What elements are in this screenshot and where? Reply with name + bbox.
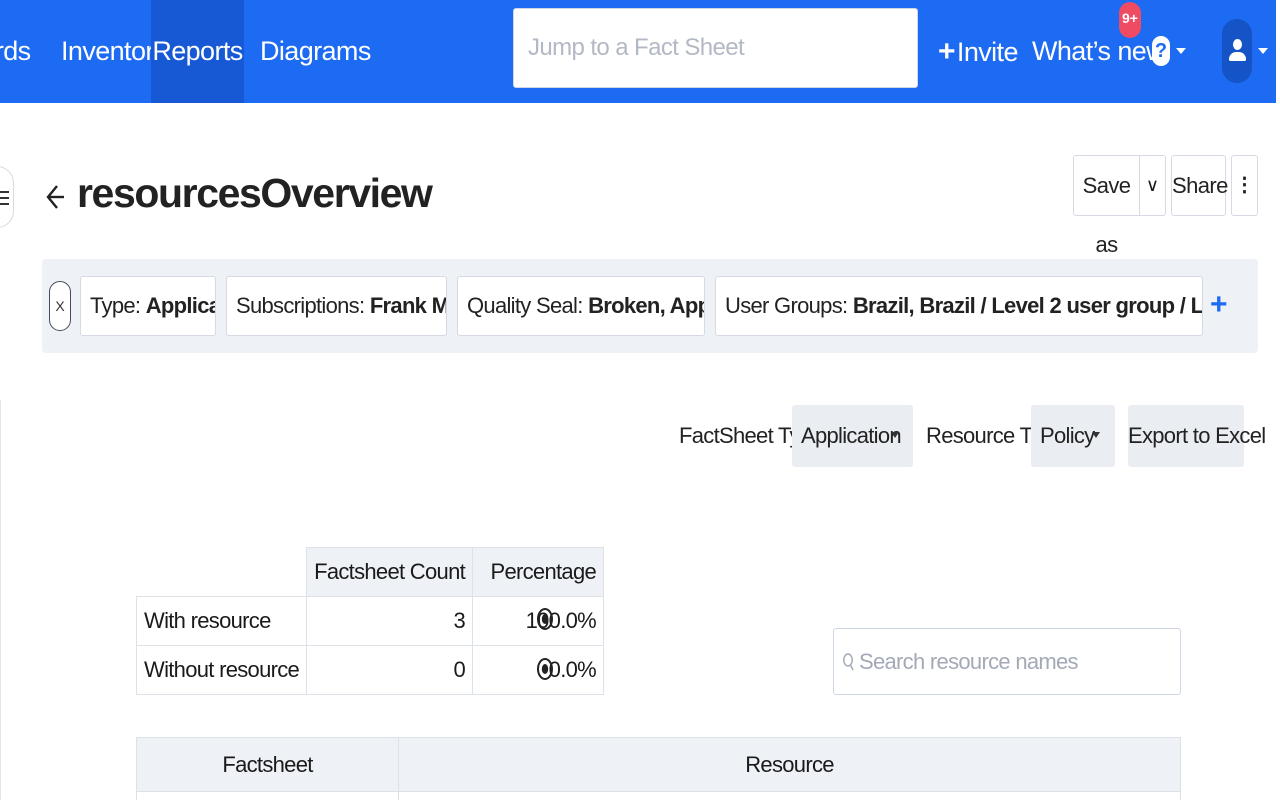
row-count: 0 (306, 645, 474, 695)
filter-chip-user-groups[interactable]: User Groups: Brazil, Brazil / Level 2 us… (715, 276, 1203, 336)
row-count: 3 (306, 596, 474, 646)
results-header-row: Factsheet Resource (136, 737, 1181, 792)
table-cell (136, 791, 399, 800)
save-as-group: Save as ∨ (1073, 155, 1166, 257)
user-avatar-icon (1222, 19, 1252, 83)
search-icon (843, 653, 854, 671)
resource-search-box (833, 628, 1181, 695)
nav-reports[interactable]: Reports (151, 0, 244, 103)
summary-table: Factsheet Count Percentage With resource… (135, 547, 605, 695)
column-header-factsheet[interactable]: Factsheet (136, 737, 399, 792)
resource-type-select[interactable]: Policy (1031, 405, 1115, 467)
share-button[interactable]: Share (1171, 155, 1228, 216)
more-vertical-icon: ⋮ (1234, 174, 1255, 196)
row-label: With resource (135, 596, 308, 646)
table-cell (398, 791, 1181, 800)
save-as-dropdown-button[interactable]: ∨ (1140, 156, 1165, 215)
summary-header-count: Factsheet Count (306, 547, 474, 597)
invite-label: Invite (956, 37, 1019, 67)
eye-icon[interactable] (537, 607, 553, 631)
table-row: Without resource 0 0.0% (135, 645, 605, 695)
jump-to-fact-sheet-input[interactable] (513, 8, 918, 88)
top-navigation-bar: Dashboards Inventory Reports Diagrams +I… (0, 0, 1276, 103)
save-as-button[interactable]: Save as (1074, 156, 1140, 257)
table-row: With resource 3 100.0% (135, 596, 605, 646)
results-table: Factsheet Resource (136, 737, 1181, 800)
summary-header-percentage: Percentage (472, 547, 605, 597)
export-to-excel-button[interactable]: Export to Excel (1128, 405, 1266, 467)
whats-new-badge: 9+ (1119, 2, 1141, 38)
filter-chip-quality-seal[interactable]: Quality Seal: Broken, ApprovedX (457, 276, 705, 336)
chevron-down-icon (891, 432, 899, 438)
chevron-down-icon (1092, 432, 1100, 438)
invite-button[interactable]: +Invite (938, 0, 1018, 103)
page-title: resourcesOverview (77, 170, 433, 216)
whats-new-button[interactable]: What’s new (1032, 0, 1166, 103)
plus-icon: + (938, 35, 956, 68)
nav-dashboards[interactable]: Dashboards (0, 0, 32, 103)
clear-filters-button[interactable]: X (49, 281, 71, 331)
chevron-down-icon (1176, 48, 1186, 54)
close-icon: X (55, 298, 65, 314)
back-button[interactable] (46, 180, 66, 219)
table-row (136, 791, 1181, 800)
add-filter-button[interactable]: + (1210, 287, 1228, 323)
sidebar-toggle-button[interactable] (0, 166, 14, 228)
search-resource-names-input[interactable] (859, 629, 1177, 694)
left-border (0, 400, 1, 800)
chevron-down-icon (1258, 48, 1268, 54)
summary-header-blank (137, 548, 307, 597)
column-header-resource[interactable]: Resource (398, 737, 1181, 792)
factsheet-type-select[interactable]: Application (792, 405, 913, 467)
eye-icon[interactable] (537, 657, 553, 681)
menu-icon (0, 191, 9, 205)
filter-chip-type[interactable]: Type: Application (80, 276, 216, 336)
chevron-down-icon: ∨ (1145, 175, 1160, 195)
more-options-button[interactable]: ⋮ (1231, 155, 1258, 216)
help-menu-button[interactable]: ? (1152, 33, 1186, 69)
row-label: Without resource (135, 645, 308, 695)
nav-diagrams[interactable]: Diagrams (260, 0, 371, 103)
user-menu-button[interactable] (1222, 19, 1268, 83)
arrow-left-icon (46, 185, 64, 209)
filter-chip-subscriptions[interactable]: Subscriptions: Frank MartinX (226, 276, 447, 336)
summary-header-row: Factsheet Count Percentage (137, 547, 605, 597)
help-icon: ? (1152, 36, 1170, 66)
plus-icon: + (1210, 288, 1228, 321)
